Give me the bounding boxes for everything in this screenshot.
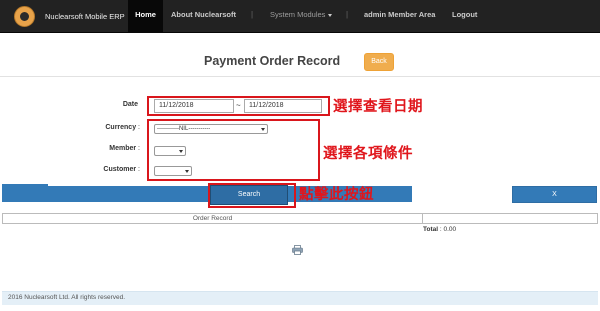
colon: : xyxy=(138,124,140,131)
nav-logout[interactable]: Logout xyxy=(452,0,477,32)
date-label: Date xyxy=(110,101,138,108)
page: Nuclearsoft Mobile ERP Home About Nuclea… xyxy=(0,0,600,311)
conditions-annotation: 選擇各項條件 xyxy=(323,146,413,162)
footer: 2016 Nuclearsoft Ltd. All rights reserve… xyxy=(2,291,598,305)
nav-separator: | xyxy=(346,10,349,19)
button-annotation: 點擊此按鈕 xyxy=(299,187,374,203)
table-header-order-record: Order Record xyxy=(3,214,423,223)
colon: : xyxy=(138,145,140,152)
nav-home[interactable]: Home xyxy=(128,0,163,32)
nav-separator: | xyxy=(251,10,254,19)
conditions-highlight-box xyxy=(147,119,320,181)
nav-about[interactable]: About Nuclearsoft xyxy=(171,0,236,32)
date-annotation: 選擇查看日期 xyxy=(333,99,423,115)
colon: : xyxy=(138,166,140,173)
total-label: Total xyxy=(423,226,439,233)
chevron-down-icon xyxy=(328,13,333,17)
date-label-text: Date xyxy=(122,101,138,108)
customer-label-text: Customer xyxy=(103,166,137,173)
page-title: Payment Order Record xyxy=(204,54,341,68)
member-label: Member : xyxy=(92,145,140,152)
divider xyxy=(0,76,600,77)
top-navbar: Nuclearsoft Mobile ERP Home About Nuclea… xyxy=(0,0,600,33)
member-label-text: Member xyxy=(109,145,137,152)
brand-name: Nuclearsoft Mobile ERP xyxy=(45,12,125,21)
close-button[interactable]: X xyxy=(512,186,597,203)
customer-label: Customer : xyxy=(92,166,140,173)
nav-system-modules[interactable]: System Modules xyxy=(270,0,333,32)
currency-label-text: Currency xyxy=(105,124,137,131)
brand[interactable]: Nuclearsoft Mobile ERP xyxy=(14,6,125,27)
date-highlight-box xyxy=(147,96,330,116)
nav-member-area[interactable]: admin Member Area xyxy=(364,0,435,32)
logo-icon xyxy=(14,6,35,27)
total-value: : 0.00 xyxy=(439,226,457,233)
nav-system-modules-label: System Modules xyxy=(270,10,326,19)
back-button[interactable]: Back xyxy=(364,53,394,71)
currency-label: Currency : xyxy=(92,124,140,131)
search-highlight-box xyxy=(208,183,296,208)
total-summary: Total : 0.00 xyxy=(423,226,456,233)
order-record-table: Order Record xyxy=(2,213,598,224)
printer-icon[interactable] xyxy=(292,245,303,255)
